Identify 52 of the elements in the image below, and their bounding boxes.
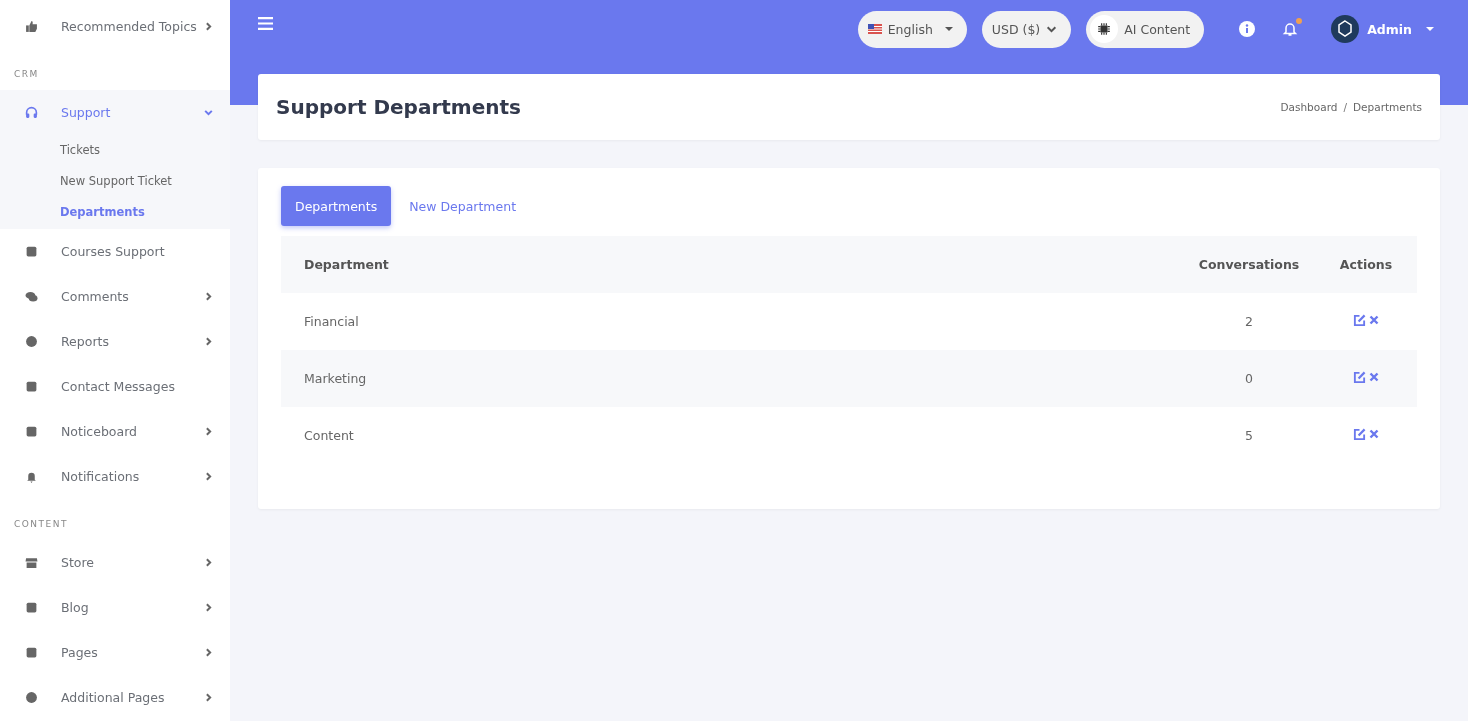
sidebar-item[interactable]: Pages [0,630,230,675]
submenu-item[interactable]: Tickets [0,135,230,166]
table-cell: 2 [1183,293,1315,350]
edit-icon[interactable] [1353,370,1366,384]
bell-icon [25,470,38,483]
sidebar-item[interactable]: Reports [0,319,230,364]
delete-icon[interactable] [1369,315,1379,325]
submenu-item[interactable]: New Support Ticket [0,166,230,197]
store-icon [25,556,38,569]
sidebar-item[interactable]: Support [0,90,230,135]
sidebar-item[interactable]: Recommended Topics [0,4,230,49]
comments-icon [25,290,38,303]
breadcrumb-current: Departments [1353,101,1422,113]
table-cell: Content [281,407,1183,464]
sidebar-item[interactable]: Additional Pages [0,675,230,720]
column-header: Department [281,236,1183,293]
sidebar-item[interactable]: Store [0,540,230,585]
currency-dropdown[interactable]: USD ($) [981,10,1072,48]
bell-icon[interactable] [1282,21,1299,37]
table-cell: Financial [281,293,1183,350]
sidebar-item[interactable]: Blog [0,585,230,630]
flag-icon [867,24,882,34]
headset-icon [25,106,38,119]
user-menu[interactable]: Admin [1325,14,1440,44]
submenu-item[interactable]: Departments [0,197,230,228]
language-dropdown[interactable]: English [857,10,967,48]
sidebar-item[interactable]: Contact Messages [0,364,230,409]
table-cell: Marketing [281,350,1183,407]
page-title: Support Departments [276,95,521,119]
tab[interactable]: New Department [395,186,531,226]
edit-icon[interactable] [1353,313,1366,327]
chip-icon [1097,22,1112,36]
menu-icon[interactable] [258,16,273,30]
delete-icon[interactable] [1369,372,1379,382]
breadcrumb-link[interactable]: Dashboard [1280,101,1338,113]
sidebar-item[interactable]: Noticeboard [0,409,230,454]
sidebar-item[interactable]: Courses Support [0,229,230,274]
sidebar-item[interactable]: Comments [0,274,230,319]
table-cell: 5 [1183,407,1315,464]
thumbs-up-icon [25,20,38,33]
tab[interactable]: Departments [281,186,392,226]
edit-icon[interactable] [1353,427,1366,441]
ai-content-button[interactable]: AI Content [1086,10,1205,48]
table-cell: 0 [1183,350,1315,407]
section-heading: CRM [13,68,40,81]
section-heading: CONTENT [13,518,69,531]
breadcrumb-separator: / [1343,101,1347,113]
column-header: Conversations [1183,236,1315,293]
column-header: Actions [1315,236,1417,293]
delete-icon[interactable] [1369,429,1379,439]
sidebar-item[interactable]: Notifications [0,454,230,499]
avatar-icon [1331,15,1360,43]
